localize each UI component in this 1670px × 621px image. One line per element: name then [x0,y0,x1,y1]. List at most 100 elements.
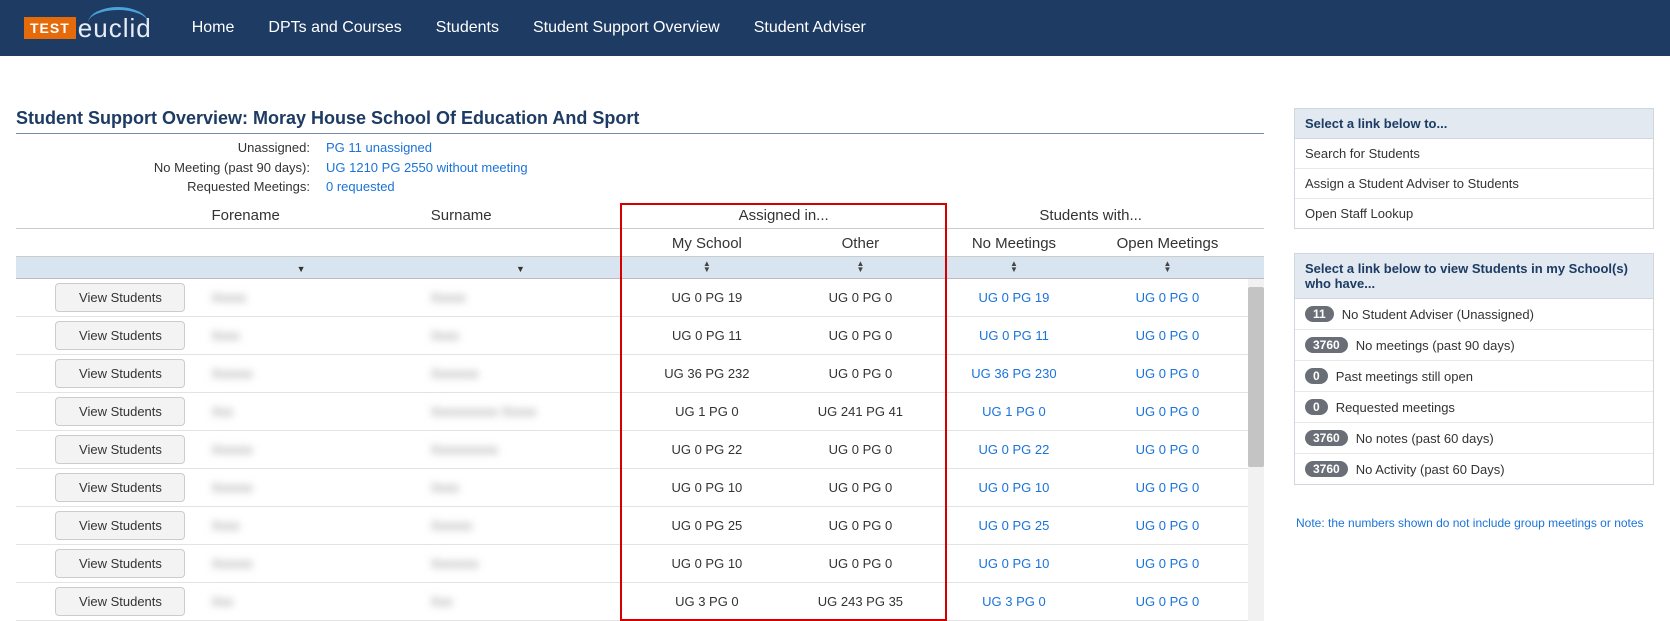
table-row: View StudentsXxxxXxxxxxUG 0 PG 25UG 0 PG… [16,506,1264,544]
sort-no-meetings[interactable] [937,256,1091,278]
count-badge: 0 [1305,368,1328,384]
panel-filters: Select a link below to view Students in … [1294,253,1654,485]
cell-my-school: UG 36 PG 232 [630,354,784,392]
cell-open-meetings[interactable]: UG 0 PG 0 [1091,354,1245,392]
filter-item-label: Requested meetings [1336,400,1455,415]
col-group-assigned: Assigned in... [630,203,937,229]
cell-open-meetings[interactable]: UG 0 PG 0 [1091,506,1245,544]
view-students-button[interactable]: View Students [55,397,185,426]
table-row: View Students Xxxx Xxxx UG 0 PG 11UG 0 PG 0… [16,316,1264,354]
cell-forename: Xxxx [211,328,239,343]
chevron-down-icon [297,260,306,275]
filter-item[interactable]: 0Past meetings still open [1295,361,1653,392]
nav-student-adviser[interactable]: Student Adviser [754,19,866,37]
cell-no-meetings[interactable]: UG 0 PG 11 [937,316,1091,354]
col-open-meetings[interactable]: Open Meetings [1091,228,1245,256]
cell-surname: Xxxxxxx [431,366,479,381]
filter-item[interactable]: 3760No Activity (past 60 Days) [1295,454,1653,484]
cell-no-meetings[interactable]: UG 0 PG 10 [937,468,1091,506]
sort-icon [856,261,864,273]
cell-no-meetings[interactable]: UG 0 PG 19 [937,278,1091,316]
summary-nomeeting-link[interactable]: UG 1210 PG 2550 without meeting [326,160,528,175]
table-row: View StudentsXxxXxxxxxxxxx XxxxxUG 1 PG … [16,392,1264,430]
scrollbar-thumb[interactable] [1248,287,1264,467]
view-students-button[interactable]: View Students [55,435,185,464]
view-students-button[interactable]: View Students [55,549,185,578]
nav-links: Home DPTs and Courses Students Student S… [192,19,866,37]
view-students-button[interactable]: View Students [55,283,185,312]
filter-forename[interactable] [191,256,410,278]
cell-open-meetings[interactable]: UG 0 PG 0 [1091,430,1245,468]
col-other[interactable]: Other [784,228,938,256]
filter-item[interactable]: 0Requested meetings [1295,392,1653,423]
logo[interactable]: TEST euclid [24,13,152,44]
nav-support-overview[interactable]: Student Support Overview [533,19,720,37]
cell-open-meetings[interactable]: UG 0 PG 0 [1091,582,1245,620]
cell-no-meetings[interactable]: UG 36 PG 230 [937,354,1091,392]
panel-filters-note: Note: the numbers shown do not include g… [1294,509,1654,538]
cell-forename: Xxxx [211,518,239,533]
filter-item[interactable]: 11 No Student Adviser (Unassigned) [1295,299,1653,330]
cell-open-meetings[interactable]: UG 0 PG 0 [1091,278,1245,316]
view-students-button[interactable]: View Students [55,321,185,350]
filter-item[interactable]: 3760No notes (past 60 days) [1295,423,1653,454]
cell-no-meetings[interactable]: UG 3 PG 0 [937,582,1091,620]
view-students-button[interactable]: View Students [55,511,185,540]
view-students-button[interactable]: View Students [55,359,185,388]
cell-surname: Xxxxxxx [431,556,479,571]
filter-item-label: No Student Adviser (Unassigned) [1342,307,1534,322]
cell-open-meetings[interactable]: UG 0 PG 0 [1091,316,1245,354]
link-assign-adviser[interactable]: Assign a Student Adviser to Students [1295,169,1653,199]
view-students-button[interactable]: View Students [55,587,185,616]
sort-icon [703,261,711,273]
table-scrollbar[interactable] [1248,279,1264,621]
summary-nomeeting-label: No Meeting (past 90 days): [16,158,326,178]
cell-surname: Xxxxxxxxxx [431,442,498,457]
nav-students[interactable]: Students [436,19,499,37]
filter-surname[interactable] [411,256,630,278]
cell-other: UG 0 PG 0 [784,544,938,582]
cell-open-meetings[interactable]: UG 0 PG 0 [1091,392,1245,430]
cell-surname: Xxxx [431,328,459,343]
summary-block: Unassigned: PG 11 unassigned No Meeting … [16,138,1264,197]
col-no-meetings[interactable]: No Meetings [937,228,1091,256]
cell-surname: Xxx [431,594,453,609]
summary-unassigned-link[interactable]: PG 11 unassigned [326,140,432,155]
filter-item-label: No notes (past 60 days) [1356,431,1494,446]
link-staff-lookup[interactable]: Open Staff Lookup [1295,199,1653,228]
cell-forename: Xxxxxx [211,480,252,495]
cell-surname: Xxxxxx [431,518,472,533]
cell-open-meetings[interactable]: UG 0 PG 0 [1091,468,1245,506]
sort-other[interactable] [784,256,938,278]
table-row: View StudentsXxxxxxXxxxxxxxxxUG 0 PG 22U… [16,430,1264,468]
logo-arc-icon [88,7,148,23]
cell-no-meetings[interactable]: UG 0 PG 25 [937,506,1091,544]
panel-actions: Select a link below to... Search for Stu… [1294,108,1654,229]
col-surname[interactable]: Surname [411,203,630,229]
cell-my-school: UG 0 PG 25 [630,506,784,544]
cell-no-meetings[interactable]: UG 0 PG 22 [937,430,1091,468]
sort-my-school[interactable] [630,256,784,278]
cell-open-meetings[interactable]: UG 0 PG 0 [1091,544,1245,582]
summary-requested-link[interactable]: 0 requested [326,179,395,194]
panel-actions-title: Select a link below to... [1295,109,1653,139]
link-search-students[interactable]: Search for Students [1295,139,1653,169]
sort-open-meetings[interactable] [1091,256,1245,278]
cell-other: UG 241 PG 41 [784,392,938,430]
col-my-school[interactable]: My School [630,228,784,256]
col-forename[interactable]: Forename [191,203,410,229]
view-students-button[interactable]: View Students [55,473,185,502]
logo-text: euclid [78,13,152,44]
nav-dpts[interactable]: DPTs and Courses [268,19,401,37]
count-badge: 11 [1305,306,1334,322]
filter-item-label: No Activity (past 60 Days) [1356,462,1505,477]
chevron-down-icon [516,260,525,275]
page-title: Student Support Overview: Moray House Sc… [16,108,1264,134]
filter-item[interactable]: 3760No meetings (past 90 days) [1295,330,1653,361]
col-group-students-with: Students with... [937,203,1244,229]
nav-home[interactable]: Home [192,19,235,37]
cell-no-meetings[interactable]: UG 1 PG 0 [937,392,1091,430]
cell-no-meetings[interactable]: UG 0 PG 10 [937,544,1091,582]
logo-test-badge: TEST [24,17,76,39]
cell-forename: Xxx [211,594,233,609]
